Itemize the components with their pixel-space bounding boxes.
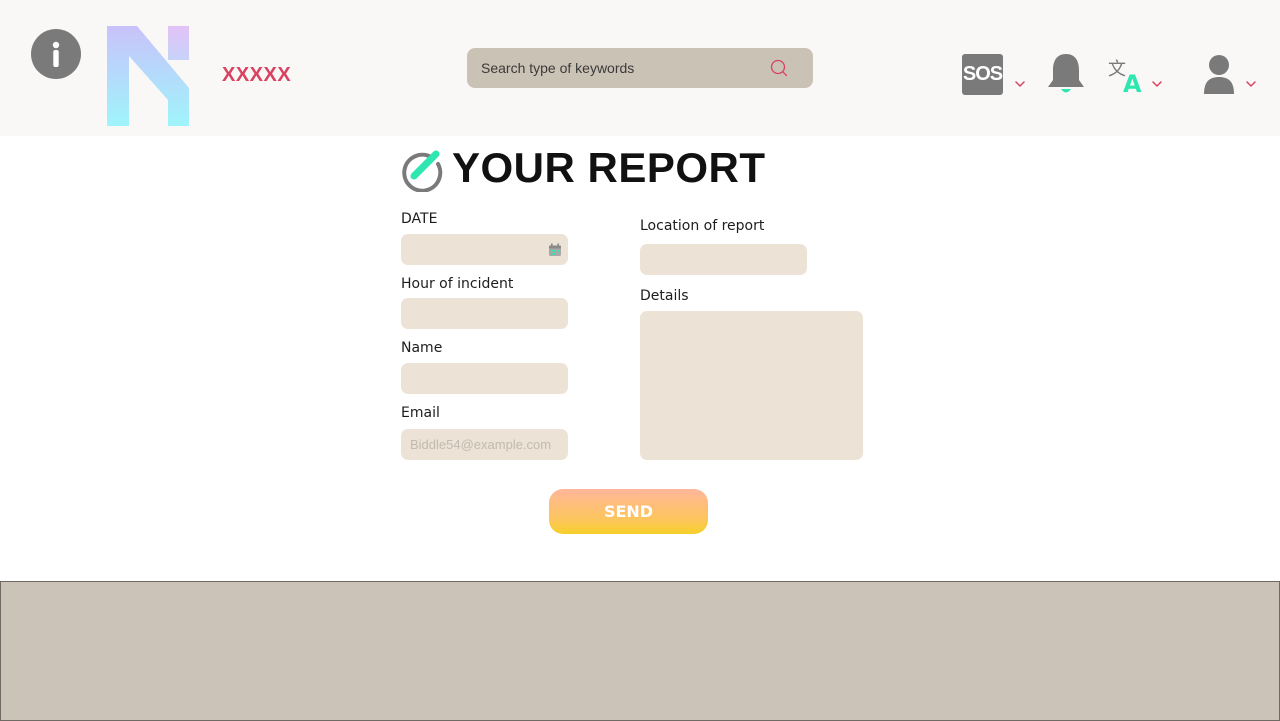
sos-menu[interactable]: SOS [962, 54, 1025, 95]
translate-icon[interactable]: 文 A [1107, 56, 1145, 94]
date-field[interactable] [401, 234, 568, 265]
page-title: YOUR REPORT [452, 144, 766, 191]
user-icon[interactable] [1202, 54, 1236, 94]
info-icon [52, 41, 60, 67]
svg-text:A: A [1123, 70, 1142, 94]
name-field[interactable] [401, 363, 568, 394]
send-button[interactable]: SEND [549, 489, 708, 534]
hour-field[interactable] [401, 298, 568, 329]
location-field[interactable] [640, 244, 807, 275]
edit-icon [402, 150, 443, 192]
info-button[interactable] [31, 29, 81, 79]
hour-label: Hour of incident [401, 276, 514, 292]
sos-icon[interactable]: SOS [962, 54, 1003, 95]
footer [0, 581, 1280, 721]
search-input[interactable] [481, 48, 761, 88]
location-label: Location of report [640, 218, 765, 234]
brand-name: XXXXX [222, 64, 292, 86]
details-field[interactable] [640, 311, 863, 460]
logo[interactable] [107, 26, 189, 126]
bell-icon[interactable] [1045, 52, 1087, 96]
email-label: Email [401, 405, 440, 421]
search-icon[interactable] [770, 59, 788, 77]
search-bar[interactable] [467, 48, 813, 88]
top-header: XXXXX SOS 文 A [0, 0, 1280, 136]
date-label: DATE [401, 211, 438, 227]
email-field[interactable] [401, 429, 568, 460]
details-label: Details [640, 288, 689, 304]
chevron-down-icon[interactable] [1151, 80, 1163, 88]
name-label: Name [401, 340, 443, 356]
calendar-icon[interactable] [548, 243, 562, 257]
chevron-down-icon[interactable] [1245, 80, 1257, 88]
chevron-down-icon[interactable] [1014, 80, 1026, 88]
